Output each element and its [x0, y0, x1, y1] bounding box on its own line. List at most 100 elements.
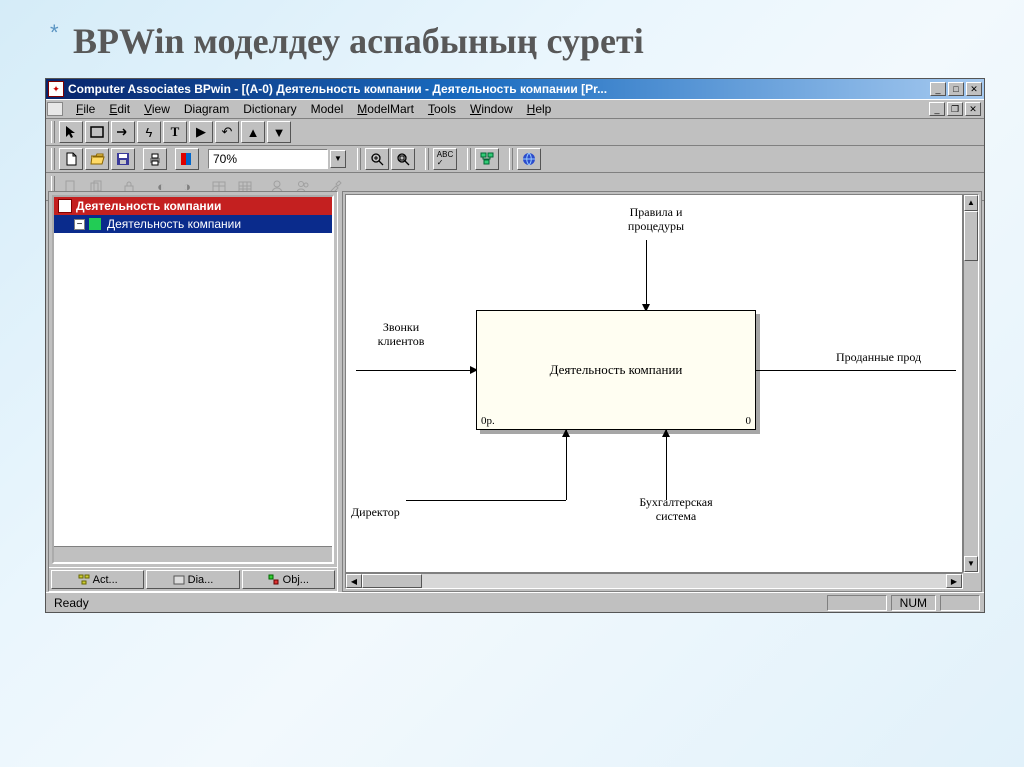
zoom-dropdown-icon[interactable]: ▼: [330, 150, 346, 168]
menu-tools[interactable]: Tools: [421, 100, 463, 118]
mechanism-arrow-2: [666, 430, 667, 500]
activity-box[interactable]: Деятельность компании 0р. 0: [476, 310, 756, 430]
zoom-fit-icon[interactable]: [391, 148, 415, 170]
zoom-value: 70%: [213, 152, 237, 166]
save-file-icon[interactable]: [111, 148, 135, 170]
statusbar: Ready NUM: [46, 592, 984, 612]
activity-box-tool-icon[interactable]: [85, 121, 109, 143]
menu-modelmart[interactable]: ModelMart: [350, 100, 421, 118]
tab-objects[interactable]: Obj...: [242, 570, 335, 589]
text-tool-icon[interactable]: T: [163, 121, 187, 143]
up-triangle-icon[interactable]: ▲: [241, 121, 265, 143]
menu-model[interactable]: Model: [304, 100, 351, 118]
menu-window[interactable]: Window: [463, 100, 520, 118]
scroll-up-icon[interactable]: ▲: [964, 195, 978, 211]
tree-child-label: Деятельность компании: [107, 217, 241, 231]
output-arrow: [756, 370, 956, 371]
modelmart-icon[interactable]: [517, 148, 541, 170]
scroll-down-icon[interactable]: ▼: [964, 556, 978, 572]
print-icon[interactable]: [143, 148, 167, 170]
activity-box-label: Деятельность компании: [550, 362, 683, 378]
tree-hscrollbar[interactable]: [54, 546, 332, 562]
zoom-combo[interactable]: 70%: [208, 149, 328, 169]
minimize-button[interactable]: _: [930, 82, 946, 96]
tree-root-item[interactable]: Деятельность компании: [54, 197, 332, 215]
tab-activities[interactable]: Act...: [51, 570, 144, 589]
scroll-right-icon[interactable]: ▶: [946, 574, 962, 588]
vertical-scrollbar[interactable]: ▲ ▼: [963, 194, 979, 573]
mdi-minimize-button[interactable]: _: [929, 102, 945, 116]
toolbar-grip[interactable]: [467, 148, 471, 170]
expand-minus-icon[interactable]: −: [74, 219, 85, 230]
model-explorer-icon[interactable]: [475, 148, 499, 170]
status-text: Ready: [50, 596, 823, 610]
diagram-canvas[interactable]: Правила ипроцедуры Звонкиклиентов Продан…: [345, 194, 963, 573]
close-button[interactable]: ✕: [966, 82, 982, 96]
scroll-thumb[interactable]: [964, 211, 978, 261]
mechanism-label-2: Бухгалтерскаясистема: [606, 495, 746, 524]
arrow-up-icon: [662, 429, 670, 437]
menu-file[interactable]: File: [69, 100, 102, 118]
mdi-close-button[interactable]: ✕: [965, 102, 981, 116]
toolbar-grip[interactable]: [509, 148, 513, 170]
model-explorer-pane: Деятельность компании − Деятельность ком…: [48, 191, 338, 592]
mdi-icon[interactable]: [47, 102, 63, 116]
mechanism-line-1: [406, 500, 566, 501]
play-tool-icon[interactable]: ▶: [189, 121, 213, 143]
menu-view[interactable]: View: [137, 100, 177, 118]
spellcheck-icon[interactable]: ABC✓: [433, 148, 457, 170]
app-icon: ✦: [48, 81, 64, 97]
mechanism-arrow-1: [566, 430, 567, 500]
toolbar-grip[interactable]: [425, 148, 429, 170]
maximize-button[interactable]: □: [948, 82, 964, 96]
mdi-restore-button[interactable]: ❐: [947, 102, 963, 116]
objects-icon: [268, 574, 280, 586]
toolbar-grip[interactable]: [357, 148, 361, 170]
activity-icon: [89, 218, 101, 230]
bullet-asterisk: *: [50, 20, 59, 45]
status-num-pane: NUM: [891, 595, 936, 611]
tree-child-item[interactable]: − Деятельность компании: [54, 215, 332, 233]
open-file-icon[interactable]: [85, 148, 109, 170]
horizontal-scrollbar[interactable]: ◀ ▶: [345, 573, 963, 589]
output-label: Проданные прод: [836, 350, 966, 364]
diagram-icon: [173, 574, 185, 586]
scroll-left-icon[interactable]: ◀: [346, 574, 362, 588]
box-corner-right: 0: [746, 415, 752, 427]
mechanism-label-1: Директор: [351, 505, 451, 519]
titlebar: ✦ Computer Associates BPwin - [(A-0) Дея…: [46, 79, 984, 99]
menu-edit[interactable]: Edit: [102, 100, 137, 118]
menu-help[interactable]: Help: [520, 100, 559, 118]
input-label: Звонкиклиентов: [356, 320, 446, 349]
menubar: File Edit View Diagram Dictionary Model …: [46, 99, 984, 119]
undo-icon[interactable]: ↶: [215, 121, 239, 143]
zoom-in-icon[interactable]: [365, 148, 389, 170]
menu-dictionary[interactable]: Dictionary: [236, 100, 303, 118]
squiggle-tool-icon[interactable]: ϟ: [137, 121, 161, 143]
toolbar-standard: 70% ▼ ABC✓: [46, 146, 984, 173]
new-file-icon[interactable]: [59, 148, 83, 170]
pointer-tool-icon[interactable]: [59, 121, 83, 143]
down-triangle-icon[interactable]: ▼: [267, 121, 291, 143]
status-pane-3: [940, 595, 980, 611]
arrow-up-icon: [562, 429, 570, 437]
explorer-tabs: Act... Dia... Obj...: [49, 567, 337, 591]
toolbar-grip[interactable]: [51, 121, 55, 143]
box-corner-left: 0р.: [481, 415, 495, 427]
tree-empty-area: [54, 233, 332, 463]
menu-diagram[interactable]: Diagram: [177, 100, 236, 118]
workspace: Деятельность компании − Деятельность ком…: [48, 191, 982, 592]
tree-view[interactable]: Деятельность компании − Деятельность ком…: [52, 195, 334, 564]
color-palette-icon[interactable]: [175, 148, 199, 170]
toolbar-grip[interactable]: [51, 148, 55, 170]
control-label: Правила ипроцедуры: [591, 205, 721, 234]
slide-title: BPWin моделдеу аспабының суреті: [73, 21, 644, 61]
toolbar-tools: ϟ T ▶ ↶ ▲ ▼: [46, 119, 984, 146]
input-arrow: [356, 370, 476, 371]
diagram-pane: Правила ипроцедуры Звонкиклиентов Продан…: [342, 191, 982, 592]
tab-diagrams[interactable]: Dia...: [146, 570, 239, 589]
arrow-tool-icon[interactable]: [111, 121, 135, 143]
model-icon: [58, 199, 72, 213]
scroll-thumb[interactable]: [362, 574, 422, 588]
slide-header: * BPWin моделдеу аспабының суреті: [0, 0, 1024, 70]
